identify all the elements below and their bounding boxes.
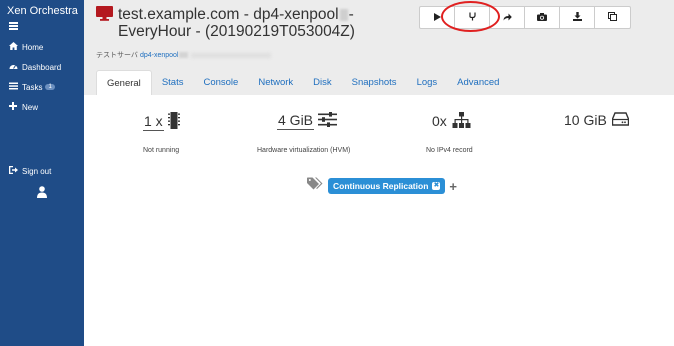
sliders-icon bbox=[318, 112, 338, 130]
sidebar: Xen Orchestra Home Dashboard Tasks 1 New… bbox=[0, 0, 84, 346]
home-icon bbox=[8, 42, 18, 52]
pool-link[interactable]: dp4-xenpool bbox=[140, 52, 179, 59]
tab-disk[interactable]: Disk bbox=[303, 70, 341, 95]
tab-advanced[interactable]: Advanced bbox=[447, 70, 509, 95]
sitemap-icon bbox=[452, 112, 471, 131]
add-tag-button[interactable]: + bbox=[449, 179, 457, 194]
cpu-caption: Not running bbox=[143, 147, 180, 154]
vm-description: テストサーバ bbox=[96, 52, 138, 59]
network-stat: 0x bbox=[431, 112, 471, 131]
sign-out-icon bbox=[8, 166, 18, 176]
tab-network[interactable]: Network bbox=[248, 70, 303, 95]
tasks-count-badge: 1 bbox=[45, 84, 55, 90]
vm-name[interactable]: test.example.com - dp4-xenpool bbox=[118, 6, 339, 23]
tab-logs[interactable]: Logs bbox=[407, 70, 448, 95]
download-icon bbox=[572, 12, 582, 23]
tag-continuous-replication[interactable]: Continuous Replication ✖ bbox=[328, 178, 446, 194]
memory-stat: 4 GiB bbox=[277, 112, 338, 130]
sidebar-item-label: Tasks bbox=[22, 82, 43, 92]
tab-general[interactable]: General bbox=[96, 70, 152, 95]
redacted-block bbox=[339, 8, 348, 21]
play-icon bbox=[433, 12, 441, 23]
disk-size: 10 GiB bbox=[564, 112, 607, 128]
tab-console[interactable]: Console bbox=[193, 70, 248, 95]
vm-title: test.example.com - dp4-xenpool - EveryHou… bbox=[96, 6, 386, 40]
sidebar-item-new[interactable]: New bbox=[8, 102, 38, 112]
sidebar-item-dashboard[interactable]: Dashboard bbox=[8, 62, 61, 72]
hdd-icon bbox=[611, 112, 630, 129]
network-count: 0x bbox=[432, 113, 447, 129]
cpu-count[interactable]: 1 x bbox=[143, 113, 164, 131]
sidebar-item-tasks[interactable]: Tasks 1 bbox=[8, 82, 55, 92]
remove-tag-icon[interactable]: ✖ bbox=[432, 182, 441, 190]
vm-header: test.example.com - dp4-xenpool - EveryHou… bbox=[84, 0, 674, 95]
dashboard-icon bbox=[8, 62, 18, 72]
sidebar-item-label: Home bbox=[22, 42, 44, 52]
plus-icon bbox=[8, 102, 18, 112]
export-button[interactable] bbox=[560, 7, 595, 28]
annotation-circle bbox=[441, 1, 500, 32]
tags-icon bbox=[307, 177, 324, 195]
vm-host-line: テストサーバ dp4-xenpool bbox=[96, 50, 272, 60]
vm-tabs: General Stats Console Network Disk Snaps… bbox=[96, 70, 509, 95]
memory-value[interactable]: 4 GiB bbox=[277, 112, 315, 130]
tag-label: Continuous Replication bbox=[333, 181, 429, 191]
tags-row: Continuous Replication ✖ + bbox=[307, 177, 457, 195]
sign-out-label: Sign out bbox=[22, 166, 52, 176]
sidebar-item-label: Dashboard bbox=[22, 62, 62, 72]
tasks-icon bbox=[8, 82, 18, 92]
cpu-chip-icon bbox=[167, 112, 180, 132]
redacted-block bbox=[191, 52, 272, 58]
virtualization-caption: Hardware virtualization (HVM) bbox=[257, 147, 351, 154]
brand-title[interactable]: Xen Orchestra bbox=[7, 5, 78, 17]
disk-stat: 10 GiB bbox=[563, 112, 630, 129]
cpu-stat: 1 x bbox=[143, 112, 180, 132]
vm-name-line2[interactable]: EveryHour - (20190219T053004Z) bbox=[118, 23, 355, 40]
user-icon[interactable] bbox=[37, 185, 47, 198]
vm-status-icon bbox=[96, 6, 113, 40]
copy-button[interactable] bbox=[595, 7, 630, 28]
share-icon bbox=[503, 13, 512, 23]
menu-toggle-icon[interactable] bbox=[9, 22, 18, 30]
sidebar-item-home[interactable]: Home bbox=[8, 42, 43, 52]
snapshot-button[interactable] bbox=[525, 7, 560, 28]
sidebar-item-label: New bbox=[22, 102, 39, 112]
vm-name-dash: - bbox=[348, 6, 354, 23]
tab-snapshots[interactable]: Snapshots bbox=[342, 70, 407, 95]
camera-icon bbox=[537, 12, 547, 23]
tab-stats[interactable]: Stats bbox=[152, 70, 194, 95]
sign-out-link[interactable]: Sign out bbox=[8, 166, 51, 176]
copy-icon bbox=[608, 12, 617, 23]
ipv4-caption: No IPv4 record bbox=[426, 147, 473, 154]
redacted-block bbox=[179, 52, 189, 58]
